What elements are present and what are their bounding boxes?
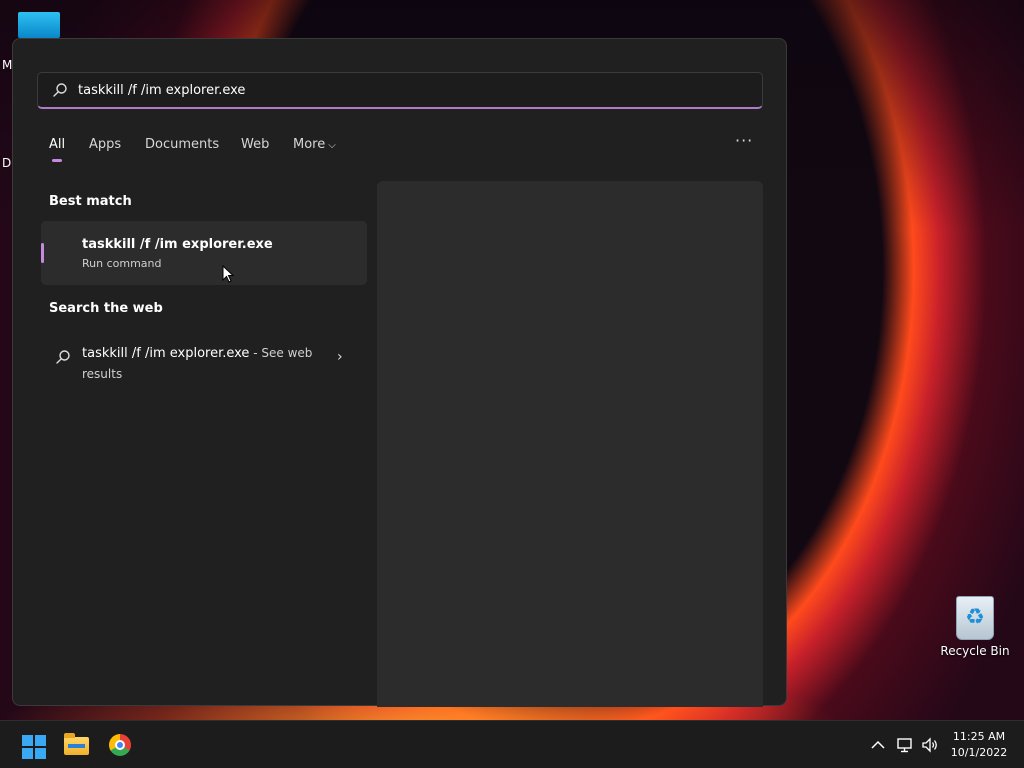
chrome-button[interactable] bbox=[104, 729, 136, 761]
recycle-bin[interactable]: Recycle Bin bbox=[940, 596, 1010, 658]
search-icon bbox=[56, 350, 70, 364]
start-button[interactable] bbox=[16, 729, 48, 761]
tab-apps[interactable]: Apps bbox=[89, 137, 121, 152]
mouse-cursor-icon bbox=[222, 265, 234, 283]
ellipsis-icon[interactable]: ··· bbox=[735, 131, 753, 150]
web-search-result[interactable]: taskkill /f /im explorer.exe - See web r… bbox=[41, 331, 367, 387]
best-match-title: taskkill /f /im explorer.exe bbox=[82, 237, 273, 252]
tab-more[interactable]: More ⌵ bbox=[293, 137, 336, 152]
recycle-bin-label: Recycle Bin bbox=[940, 644, 1010, 658]
tab-label: More bbox=[293, 137, 326, 152]
tab-web[interactable]: Web bbox=[241, 137, 269, 152]
web-search-query: taskkill /f /im explorer.exe bbox=[82, 346, 250, 361]
best-match-heading: Best match bbox=[49, 194, 132, 209]
web-search-text: taskkill /f /im explorer.exe - See web r… bbox=[82, 343, 322, 384]
search-icon bbox=[53, 83, 67, 97]
recycle-bin-icon bbox=[956, 596, 994, 640]
desktop-icon-monitor[interactable] bbox=[18, 12, 60, 38]
system-clock[interactable]: 11:25 AM 10/1/2022 bbox=[944, 729, 1014, 761]
tab-label: Apps bbox=[89, 137, 122, 152]
search-panel: All Apps Documents Web More⌵ ··· Best ma… bbox=[12, 38, 787, 707]
preview-pane bbox=[377, 181, 763, 707]
volume-icon[interactable] bbox=[921, 736, 939, 754]
tab-label: All bbox=[49, 137, 66, 152]
search-box[interactable] bbox=[37, 72, 763, 109]
file-explorer-icon bbox=[64, 733, 89, 755]
taskbar: 11:25 AM 10/1/2022 bbox=[0, 720, 1024, 768]
search-web-heading: Search the web bbox=[49, 301, 163, 316]
clock-date: 10/1/2022 bbox=[950, 746, 1008, 759]
network-icon[interactable] bbox=[896, 736, 914, 754]
clock-time: 11:25 AM bbox=[952, 730, 1006, 743]
start-icon bbox=[22, 735, 46, 759]
chevron-right-icon[interactable]: › bbox=[337, 349, 343, 365]
tab-label: Web bbox=[241, 137, 270, 152]
chevron-down-icon: ⌵ bbox=[328, 140, 336, 151]
file-explorer-button[interactable] bbox=[60, 729, 92, 761]
search-input[interactable] bbox=[78, 79, 738, 101]
tab-label: Documents bbox=[145, 137, 220, 152]
best-match-subtitle: Run command bbox=[82, 257, 162, 270]
desktop-icon-label-partial: M bbox=[2, 58, 13, 72]
tab-documents[interactable]: Documents bbox=[145, 137, 219, 152]
chrome-icon bbox=[109, 734, 131, 756]
best-match-item[interactable]: taskkill /f /im explorer.exe Run command bbox=[41, 221, 367, 285]
selection-indicator bbox=[41, 243, 44, 263]
chevron-up-icon[interactable] bbox=[869, 736, 887, 754]
tab-all[interactable]: All bbox=[49, 137, 66, 162]
desktop-icon-label-partial: D bbox=[2, 156, 12, 170]
